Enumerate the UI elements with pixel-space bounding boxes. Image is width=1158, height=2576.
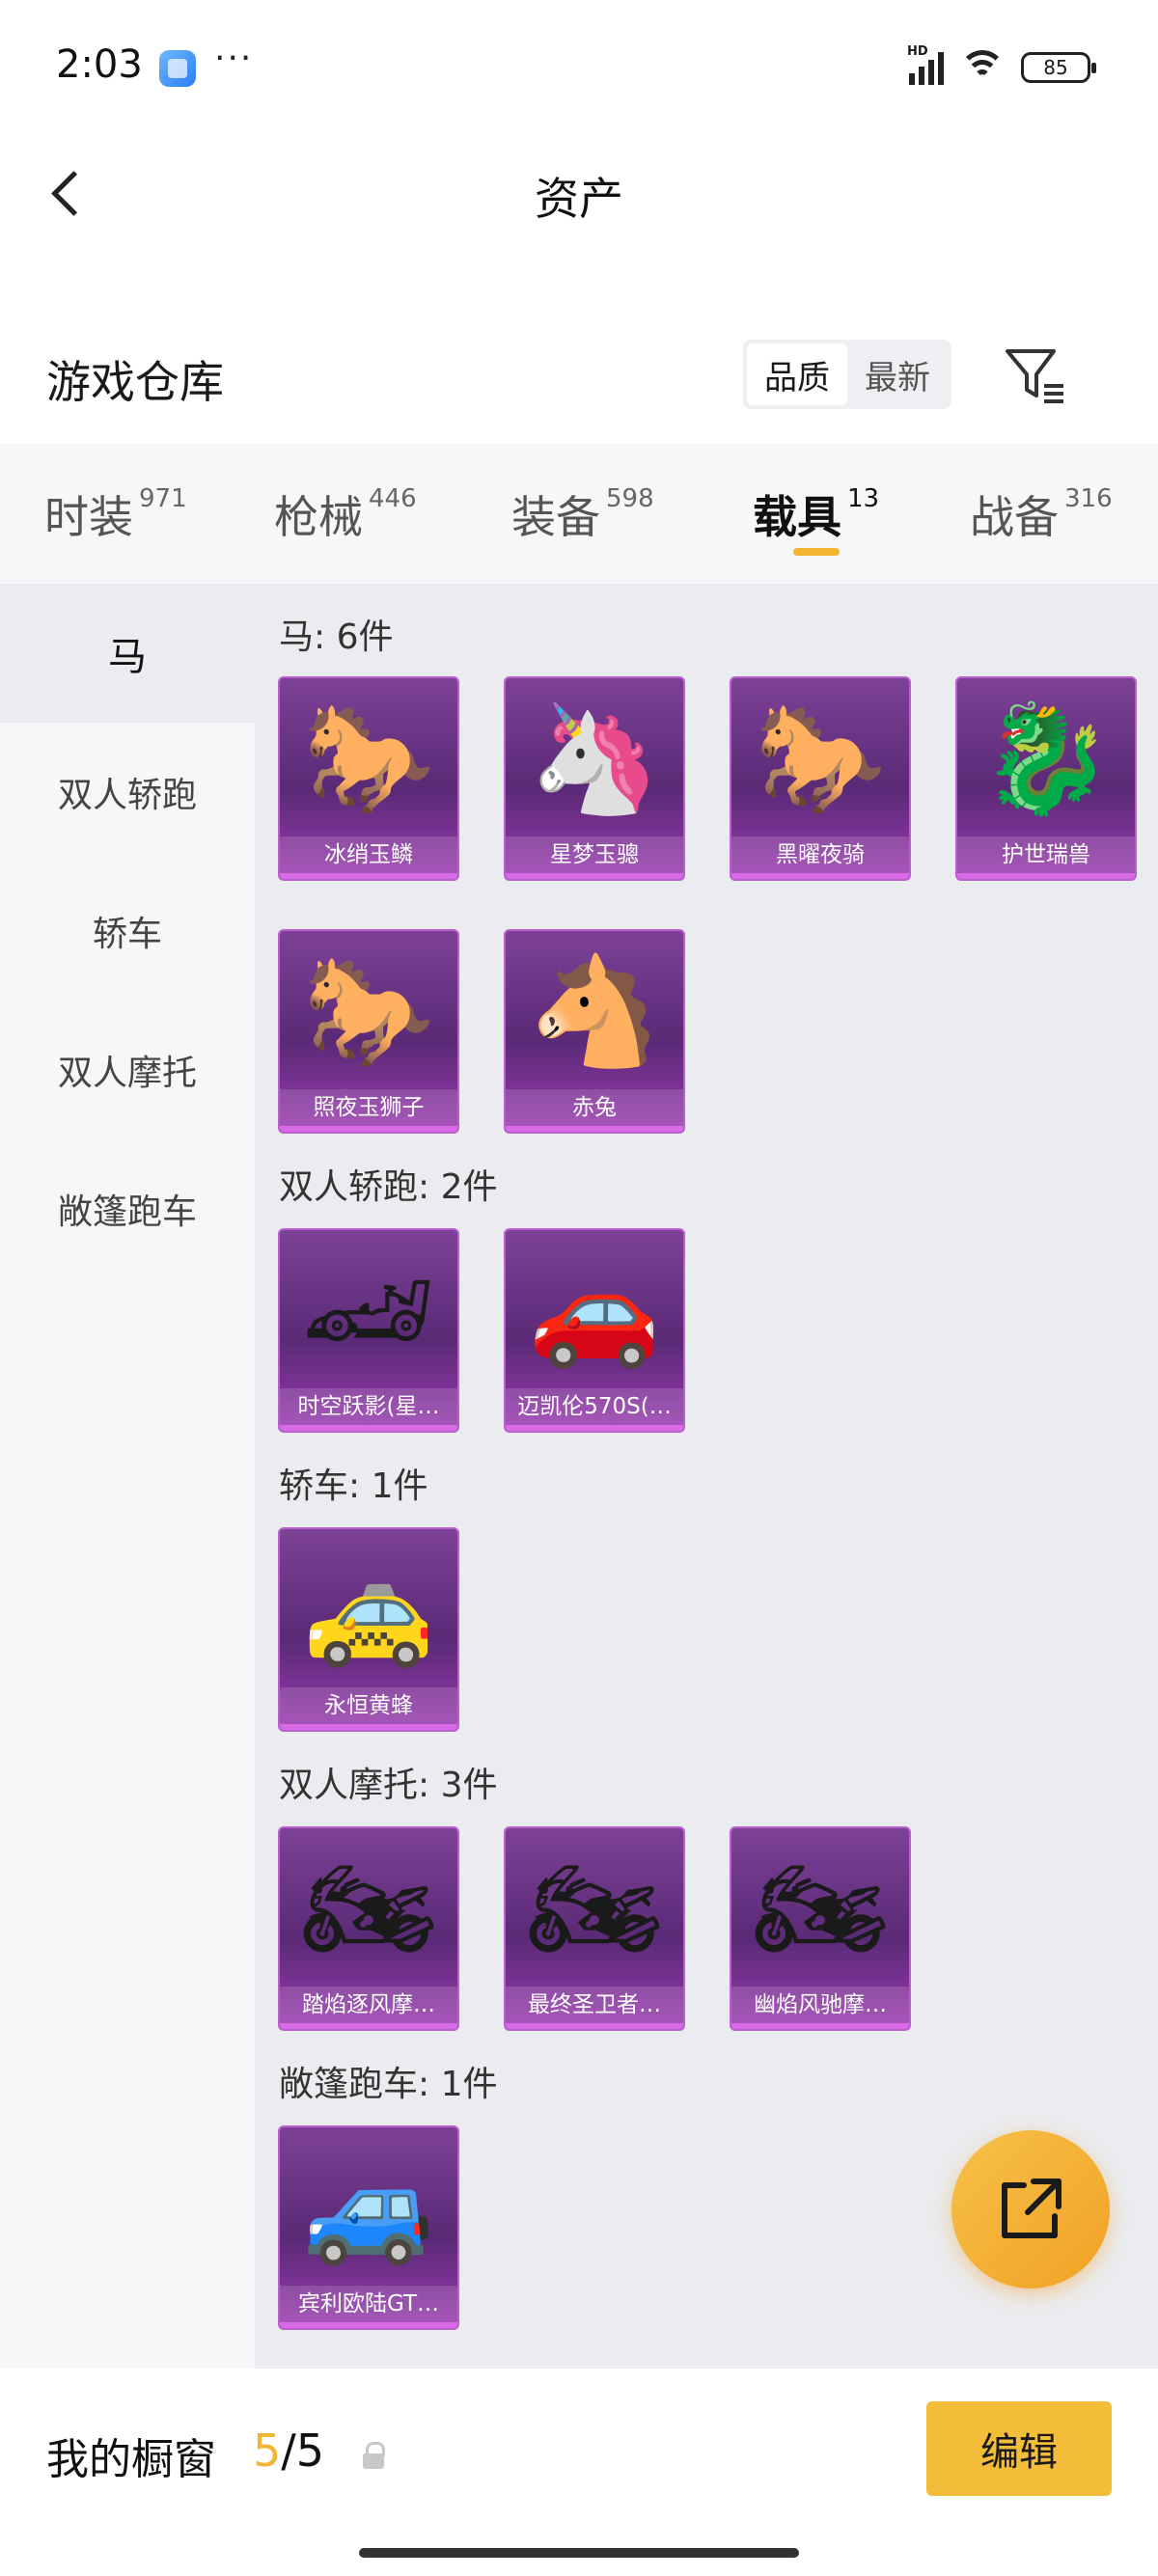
item-name: 时空跃影(星… bbox=[280, 1388, 457, 1425]
tab-label: 时装 bbox=[44, 491, 133, 543]
item-name: 宾利欧陆GT… bbox=[280, 2286, 457, 2322]
sidebar-item-horse[interactable]: 马 bbox=[0, 584, 255, 723]
showcase-separator: / bbox=[281, 2425, 296, 2477]
tab-count: 971 bbox=[139, 484, 187, 513]
warehouse-title: 游戏仓库 bbox=[46, 356, 224, 408]
car-icon: 🚙 bbox=[302, 2145, 435, 2269]
showcase-bar: 我的橱窗 5/5 编辑 bbox=[0, 2369, 1158, 2576]
horse-icon: 🦄 bbox=[528, 696, 661, 820]
horse-icon: 🐎 bbox=[302, 948, 435, 1073]
item-name: 照夜玉狮子 bbox=[280, 1089, 457, 1126]
item-card[interactable]: 🐎 照夜玉狮子 bbox=[278, 929, 459, 1134]
battery-icon: 85 bbox=[1021, 52, 1096, 83]
showcase-total: 5 bbox=[295, 2425, 325, 2477]
car-icon: 🚗 bbox=[528, 1247, 661, 1372]
showcase-count: 5/5 bbox=[253, 2425, 324, 2477]
tab-label: 枪械 bbox=[274, 491, 363, 543]
group-title-convertible: 敞篷跑车: 1件 bbox=[279, 2065, 498, 2104]
share-icon bbox=[1002, 2179, 1062, 2238]
lock-icon bbox=[361, 2442, 388, 2471]
item-name: 冰绡玉鳞 bbox=[280, 836, 457, 873]
tab-label: 装备 bbox=[511, 491, 600, 543]
tab-count: 316 bbox=[1064, 484, 1113, 513]
category-tabs: 时装 971 枪械 446 装备 598 载具 13 战备 316 bbox=[0, 444, 1158, 584]
horse-icon: 🐴 bbox=[528, 948, 661, 1073]
car-icon: 🚕 bbox=[302, 1547, 435, 1671]
sort-quality-button[interactable]: 品质 bbox=[747, 343, 847, 405]
sort-newest-button[interactable]: 最新 bbox=[847, 343, 948, 405]
item-name: 踏焰逐风摩… bbox=[280, 1987, 457, 2023]
motorcycle-icon: 🏍 bbox=[301, 1846, 436, 1970]
filter-icon bbox=[1006, 349, 1063, 403]
vehicle-list: 马: 6件 🐎 冰绡玉鳞 🦄 星梦玉骢 🐎 黑曜夜骑 🐉 护世瑞兽 🐎 照夜玉狮… bbox=[255, 584, 1158, 2369]
tab-count: 13 bbox=[847, 484, 880, 513]
item-name: 星梦玉骢 bbox=[506, 836, 683, 873]
group-title-horse: 马: 6件 bbox=[279, 617, 394, 657]
tab-vehicles[interactable]: 载具 13 bbox=[753, 482, 879, 546]
vehicle-type-sidebar: 马 双人轿跑 轿车 双人摩托 敞篷跑车 bbox=[0, 584, 255, 2369]
motorcycle-icon: 🏍 bbox=[753, 1846, 888, 1970]
tab-count: 598 bbox=[606, 484, 654, 513]
group-title-sedan: 轿车: 1件 bbox=[279, 1466, 428, 1506]
tab-label: 载具 bbox=[753, 491, 841, 543]
page-title: 资产 bbox=[535, 173, 623, 225]
item-card[interactable]: 🚙 宾利欧陆GT… bbox=[278, 2125, 459, 2330]
showcase-current: 5 bbox=[253, 2425, 282, 2477]
horse-icon: 🐉 bbox=[979, 696, 1113, 820]
car-icon: 🏎 bbox=[301, 1247, 436, 1372]
item-name: 永恒黄蜂 bbox=[280, 1687, 457, 1724]
tab-label: 战备 bbox=[970, 491, 1059, 543]
item-card[interactable]: 🦄 星梦玉骢 bbox=[504, 676, 685, 881]
home-indicator bbox=[359, 2548, 799, 2558]
more-notifications-icon: ··· bbox=[214, 39, 254, 78]
item-card[interactable]: 🐴 赤兔 bbox=[504, 929, 685, 1134]
sidebar-item-motorcycle[interactable]: 双人摩托 bbox=[0, 1000, 255, 1139]
item-card[interactable]: 🏎 时空跃影(星… bbox=[278, 1228, 459, 1433]
tab-fashion[interactable]: 时装 971 bbox=[44, 482, 187, 546]
signal-icon: HD bbox=[907, 44, 944, 85]
status-time: 2:03 bbox=[56, 42, 143, 87]
item-card[interactable]: 🏍 最终圣卫者… bbox=[504, 1826, 685, 2031]
group-title-coupe: 双人轿跑: 2件 bbox=[279, 1167, 498, 1207]
item-card[interactable]: 🚕 永恒黄蜂 bbox=[278, 1527, 459, 1732]
item-name: 护世瑞兽 bbox=[957, 836, 1135, 873]
item-name: 迈凯伦570S(… bbox=[506, 1388, 683, 1425]
item-card[interactable]: 🏍 踏焰逐风摩… bbox=[278, 1826, 459, 2031]
group-title-motorcycle: 双人摩托: 3件 bbox=[279, 1766, 498, 1805]
wifi-icon bbox=[957, 48, 1007, 87]
share-button[interactable] bbox=[951, 2130, 1110, 2288]
tab-count: 446 bbox=[369, 484, 417, 513]
status-bar: 2:03 ··· HD 85 bbox=[0, 0, 1158, 135]
tab-equipment[interactable]: 装备 598 bbox=[511, 482, 654, 546]
notification-app-icon bbox=[159, 50, 196, 87]
horse-icon: 🐎 bbox=[302, 696, 435, 820]
nav-bar: 资产 bbox=[0, 135, 1158, 251]
item-card[interactable]: 🚗 迈凯伦570S(… bbox=[504, 1228, 685, 1433]
item-name: 幽焰风驰摩… bbox=[731, 1987, 909, 2023]
item-name: 赤兔 bbox=[506, 1089, 683, 1126]
item-name: 黑曜夜骑 bbox=[731, 836, 909, 873]
item-card[interactable]: 🐎 黑曜夜骑 bbox=[730, 676, 911, 881]
item-name: 最终圣卫者… bbox=[506, 1987, 683, 2023]
warehouse-header: 游戏仓库 品质 最新 bbox=[0, 318, 1158, 434]
item-card[interactable]: 🐎 冰绡玉鳞 bbox=[278, 676, 459, 881]
edit-button[interactable]: 编辑 bbox=[926, 2401, 1112, 2496]
item-card[interactable]: 🏍 幽焰风驰摩… bbox=[730, 1826, 911, 2031]
motorcycle-icon: 🏍 bbox=[527, 1846, 662, 1970]
tab-readiness[interactable]: 战备 316 bbox=[970, 482, 1113, 546]
horse-icon: 🐎 bbox=[754, 696, 887, 820]
item-card[interactable]: 🐉 护世瑞兽 bbox=[955, 676, 1137, 881]
sort-toggle: 品质 最新 bbox=[743, 340, 951, 409]
filter-button[interactable] bbox=[1004, 343, 1067, 407]
sidebar-item-sedan[interactable]: 轿车 bbox=[0, 862, 255, 1000]
sidebar-item-convertible[interactable]: 敞篷跑车 bbox=[0, 1139, 255, 1278]
hd-label: HD bbox=[907, 44, 928, 59]
active-tab-indicator bbox=[793, 548, 840, 556]
showcase-label: 我的橱窗 bbox=[46, 2435, 216, 2484]
tab-weapons[interactable]: 枪械 446 bbox=[274, 482, 417, 546]
sidebar-item-coupe[interactable]: 双人轿跑 bbox=[0, 723, 255, 862]
